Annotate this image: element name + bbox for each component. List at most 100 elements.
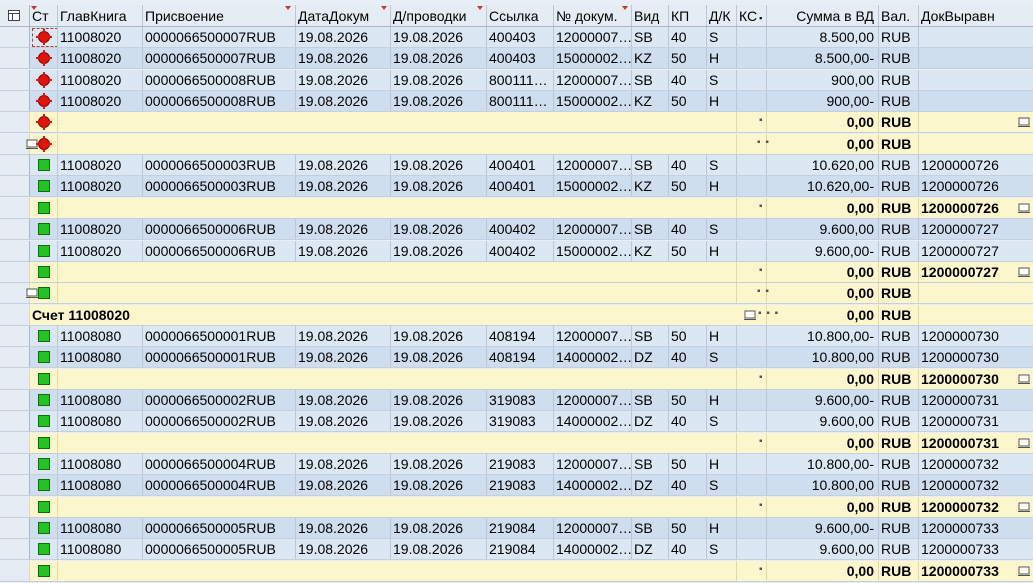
cell-cs[interactable] xyxy=(737,411,767,432)
cell-amount[interactable]: 10.800,00- xyxy=(767,454,879,474)
cell-cs[interactable] xyxy=(737,91,767,112)
cell-gl[interactable]: 11008020 xyxy=(58,176,143,197)
cell-clr[interactable]: 1200000726 xyxy=(919,155,1033,175)
row-selector[interactable] xyxy=(0,155,30,176)
cell-amount[interactable]: 900,00 xyxy=(767,69,879,90)
cell-docdate[interactable]: 19.08.2026 xyxy=(296,454,391,474)
table-row[interactable]: 11008020 0000066500006RUB 19.08.2026 19.08.… xyxy=(0,240,1033,262)
cell-clr[interactable]: 1200000731 xyxy=(919,411,1033,431)
cell-clr[interactable]: 1200000730 xyxy=(919,326,1033,346)
cell-ref[interactable]: 219084 xyxy=(487,539,554,560)
col-header-amount[interactable]: Сумма в ВД xyxy=(767,5,879,26)
cell-docno[interactable]: 12000007… xyxy=(554,155,632,176)
row-selector[interactable] xyxy=(0,432,30,453)
row-selector[interactable] xyxy=(0,197,30,218)
cell-gl[interactable]: 11008020 xyxy=(58,69,143,90)
cell-pk[interactable]: 50 xyxy=(669,389,707,410)
cell-dc[interactable]: S xyxy=(707,155,737,176)
row-selector[interactable] xyxy=(0,496,30,517)
cell-docdate[interactable]: 19.08.2026 xyxy=(296,347,391,368)
row-selector[interactable] xyxy=(0,48,30,69)
cell-docno[interactable]: 12000007… xyxy=(554,69,632,90)
status-cell[interactable] xyxy=(30,518,58,539)
cell-docdate[interactable]: 19.08.2026 xyxy=(296,176,391,197)
cell-cs[interactable] xyxy=(737,539,767,560)
cell-ref[interactable]: 219083 xyxy=(487,475,554,496)
status-cell[interactable] xyxy=(30,325,58,346)
row-selector[interactable] xyxy=(0,219,30,240)
cell-docno[interactable]: 12000007… xyxy=(554,27,632,47)
cell-clr[interactable]: 1200000727 xyxy=(919,241,1033,261)
cell-cur[interactable]: RUB xyxy=(879,48,919,69)
cell-dc[interactable]: H xyxy=(707,240,737,261)
cell-postdate[interactable]: 19.08.2026 xyxy=(391,155,487,176)
cell-type[interactable]: SB xyxy=(632,518,669,539)
table-row[interactable]: 11008080 0000066500002RUB 19.08.2026 19.08.… xyxy=(0,389,1033,411)
cell-dc[interactable]: S xyxy=(707,219,737,240)
table-row[interactable]: 11008080 0000066500001RUB 19.08.2026 19.08.… xyxy=(0,325,1033,347)
cell-type[interactable]: SB xyxy=(632,219,669,240)
status-cell[interactable] xyxy=(30,496,58,517)
row-selector[interactable] xyxy=(0,560,30,581)
cell-dc[interactable]: H xyxy=(707,48,737,69)
cell-gl[interactable]: 11008020 xyxy=(58,219,143,240)
status-cell[interactable] xyxy=(30,133,58,154)
col-header-clr[interactable]: ДокВыравн xyxy=(919,5,1033,26)
cell-dc[interactable]: H xyxy=(707,518,737,539)
table-row[interactable]: 11008080 0000066500004RUB 19.08.2026 19.08.… xyxy=(0,454,1033,475)
row-selector[interactable] xyxy=(0,347,30,368)
cell-cur[interactable]: RUB xyxy=(879,69,919,90)
cell-docdate[interactable]: 19.08.2026 xyxy=(296,411,391,432)
cell-gl[interactable]: 11008020 xyxy=(58,155,143,176)
status-cell[interactable] xyxy=(30,197,58,218)
cell-clr[interactable]: 1200000733 xyxy=(919,518,1033,538)
cell-cur[interactable]: RUB xyxy=(879,219,919,240)
status-cell[interactable] xyxy=(30,91,58,112)
cell-pk[interactable]: 40 xyxy=(669,539,707,560)
cell-assign[interactable]: 0000066500003RUB xyxy=(143,176,296,197)
cell-amount[interactable]: 9.600,00- xyxy=(767,240,879,261)
cell-clr[interactable] xyxy=(919,27,1033,47)
cell-pk[interactable]: 40 xyxy=(669,219,707,240)
cell-cur[interactable]: RUB xyxy=(879,539,919,560)
row-selector[interactable] xyxy=(0,454,30,474)
cell-cur[interactable]: RUB xyxy=(879,91,919,112)
cell-ref[interactable]: 219083 xyxy=(487,454,554,474)
cell-gl[interactable]: 11008020 xyxy=(58,27,143,47)
cell-cs[interactable] xyxy=(737,389,767,410)
cell-docno[interactable]: 14000002… xyxy=(554,347,632,368)
cell-gl[interactable]: 11008080 xyxy=(58,475,143,496)
status-cell[interactable] xyxy=(30,432,58,453)
row-selector[interactable] xyxy=(0,69,30,90)
cell-docno[interactable]: 12000007… xyxy=(554,518,632,539)
cell-ref[interactable]: 400401 xyxy=(487,155,554,176)
table-row[interactable]: 11008080 0000066500004RUB 19.08.2026 19.08.… xyxy=(0,475,1033,497)
cell-cs[interactable] xyxy=(737,240,767,261)
cell-clr[interactable]: 1200000732 xyxy=(919,475,1033,495)
cell-ref[interactable]: 408194 xyxy=(487,325,554,346)
layout-button[interactable] xyxy=(0,5,30,26)
cell-amount[interactable]: 8.500,00- xyxy=(767,48,879,69)
cell-docno[interactable]: 12000007… xyxy=(554,389,632,410)
alv-grid[interactable]: Ст ГлавКнига Присвоение ДатаДокум Д/пров… xyxy=(0,0,1033,583)
cell-pk[interactable]: 50 xyxy=(669,48,707,69)
account-total-row[interactable]: Счет 11008020 ▪ ▪ ▪ 0,00 RUB xyxy=(0,304,1033,326)
cell-type[interactable]: DZ xyxy=(632,539,669,560)
col-header-cur[interactable]: Вал. xyxy=(879,5,919,26)
cell-cur[interactable]: RUB xyxy=(879,411,919,432)
cell-type[interactable]: SB xyxy=(632,155,669,176)
cell-docno[interactable]: 12000007… xyxy=(554,325,632,346)
subtotal-row[interactable]: ▪ 0,00 RUB xyxy=(0,112,1033,134)
status-cell[interactable] xyxy=(30,539,58,560)
cell-cs[interactable] xyxy=(737,325,767,346)
cell-dc[interactable]: H xyxy=(707,91,737,112)
row-selector[interactable] xyxy=(0,261,30,282)
row-selector[interactable] xyxy=(0,133,38,154)
cell-cur[interactable]: RUB xyxy=(879,240,919,261)
status-cell[interactable] xyxy=(30,240,58,261)
cell-dc[interactable]: S xyxy=(707,69,737,90)
col-header-dc[interactable]: Д/К xyxy=(707,5,737,26)
cell-gl[interactable]: 11008020 xyxy=(58,91,143,112)
cell-assign[interactable]: 0000066500008RUB xyxy=(143,91,296,112)
cell-gl[interactable]: 11008080 xyxy=(58,454,143,474)
